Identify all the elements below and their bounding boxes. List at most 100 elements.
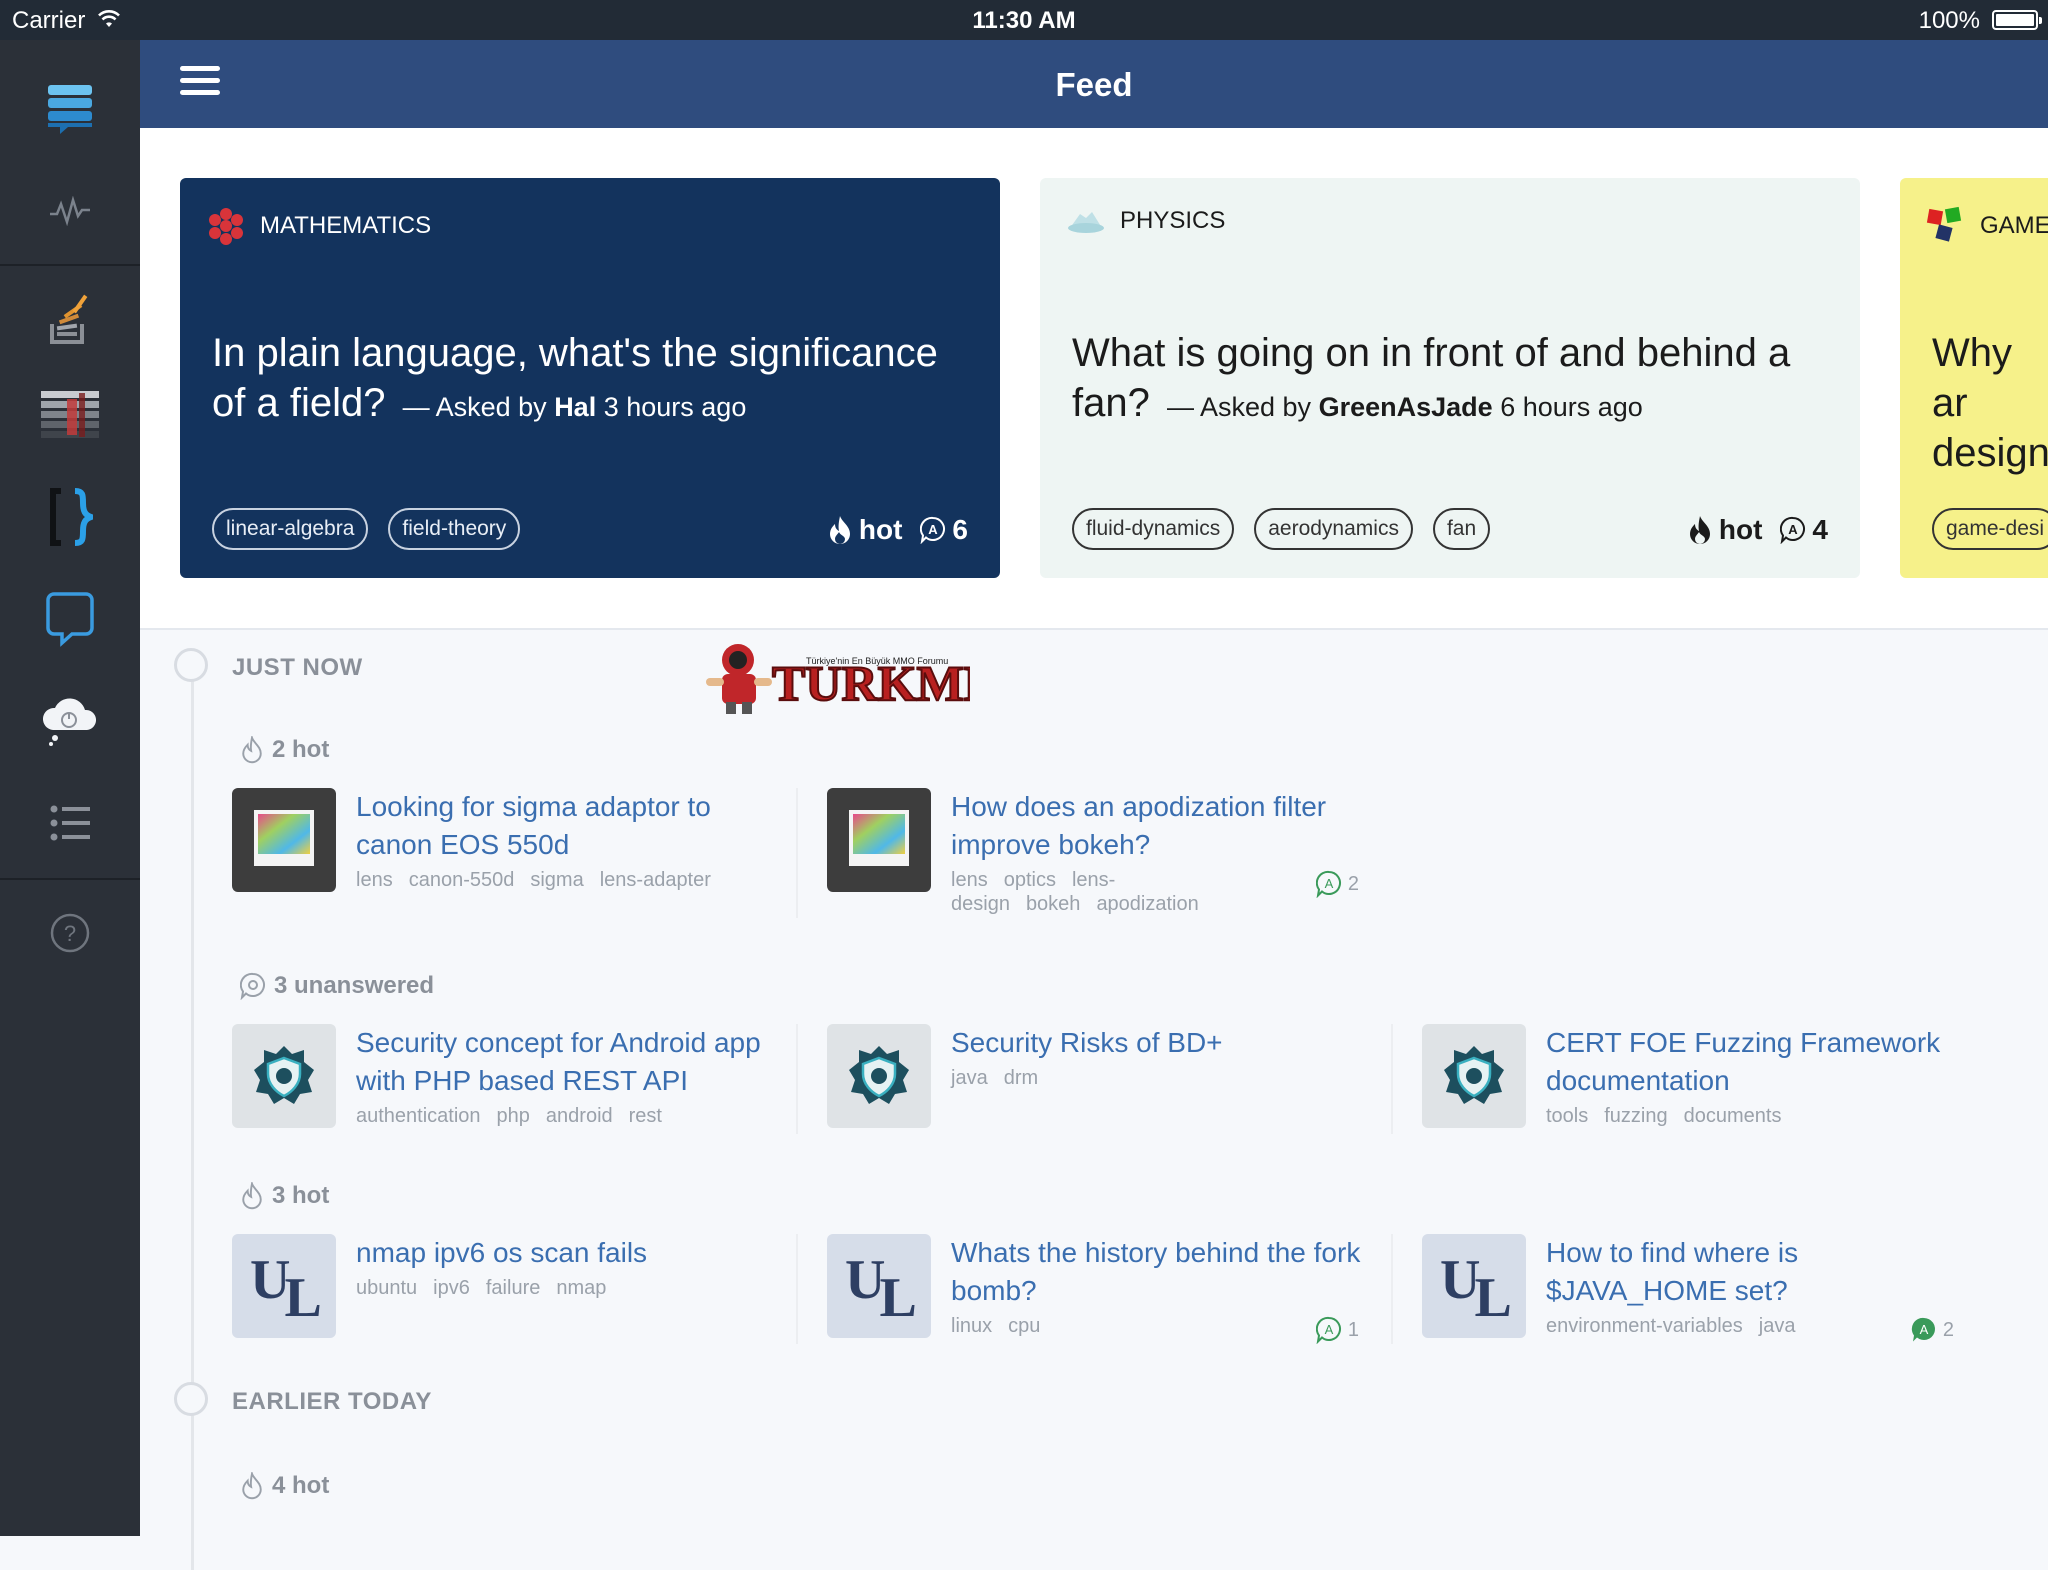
tag[interactable]: optics bbox=[1004, 869, 1056, 891]
flame-icon bbox=[242, 1182, 262, 1210]
question-tags: lens canon-550d sigma lens-adapter bbox=[356, 868, 766, 892]
tag[interactable]: ipv6 bbox=[433, 1277, 470, 1299]
card-tags: fluid-dynamics aerodynamics fan bbox=[1072, 508, 1491, 550]
tag[interactable]: sigma bbox=[530, 869, 583, 891]
site-thumbnail bbox=[1422, 1024, 1526, 1128]
svg-text:A: A bbox=[1920, 1322, 1929, 1337]
question-title[interactable]: Whats the history behind the fork bomb? bbox=[951, 1234, 1361, 1310]
card-user[interactable]: GreenAsJade bbox=[1319, 392, 1493, 422]
featured-card-game[interactable]: GAME Why ar design game-desi bbox=[1900, 178, 2048, 578]
tag[interactable]: linux bbox=[951, 1315, 992, 1337]
tag[interactable]: canon-550d bbox=[409, 869, 515, 891]
card-stats: hot A 4 bbox=[1687, 514, 1828, 546]
tag[interactable]: php bbox=[497, 1105, 530, 1127]
banner-subtext: Türkiye'nin En Büyük MMO Forumu bbox=[806, 656, 948, 666]
tag[interactable]: rest bbox=[629, 1105, 662, 1127]
card-tags: game-desi bbox=[1932, 508, 2048, 550]
tag[interactable]: drm bbox=[1004, 1067, 1038, 1089]
status-bar: Carrier 11:30 AM 100% bbox=[0, 0, 2048, 40]
card-user[interactable]: Hal bbox=[554, 392, 596, 422]
tag[interactable]: nmap bbox=[556, 1277, 606, 1299]
question-list-item[interactable]: UL How to find where is $JAVA_HOME set? … bbox=[1422, 1234, 1982, 1374]
tag[interactable]: linear-algebra bbox=[212, 508, 369, 550]
tag[interactable]: failure bbox=[486, 1277, 540, 1299]
tag[interactable]: java bbox=[1759, 1315, 1796, 1337]
featured-card-physics[interactable]: PHYSICS What is going on in front of and… bbox=[1040, 178, 1860, 578]
card-asked-meta: — Asked by Hal 3 hours ago bbox=[402, 392, 747, 422]
tag[interactable]: lens-adapter bbox=[600, 869, 711, 891]
question-tags: linux cpu bbox=[951, 1314, 1361, 1338]
question-title[interactable]: Looking for sigma adaptor to canon EOS 5… bbox=[356, 788, 766, 864]
tag[interactable]: environment-variables bbox=[1546, 1315, 1743, 1337]
answer-count: 4 bbox=[1812, 514, 1828, 545]
question-list-item[interactable]: Security Risks of BD+ java drm bbox=[827, 1024, 1387, 1164]
question-list-item[interactable]: Security concept for Android app with PH… bbox=[232, 1024, 792, 1164]
question-list-item[interactable]: UL Whats the history behind the fork bom… bbox=[827, 1234, 1387, 1374]
featured-questions-carousel[interactable]: MATHEMATICS In plain language, what's th… bbox=[140, 128, 2048, 630]
sidebar-item-list[interactable] bbox=[0, 778, 140, 868]
timeline-marker bbox=[174, 1382, 208, 1416]
group-label: 2 hot bbox=[240, 736, 329, 764]
answer-count: A 2 bbox=[1911, 1316, 1954, 1344]
tag[interactable]: authentication bbox=[356, 1105, 481, 1127]
answers-icon: A bbox=[1780, 516, 1806, 544]
tag[interactable]: tools bbox=[1546, 1105, 1588, 1127]
sidebar-item-sites[interactable] bbox=[0, 370, 140, 460]
card-question-title[interactable]: Why ar design bbox=[1932, 328, 2048, 478]
tag[interactable]: lens bbox=[951, 869, 988, 891]
feed-timeline: JUST NOW 2 hot Looking for sigma adaptor… bbox=[140, 630, 2048, 1570]
question-list-item[interactable]: UL nmap ipv6 os scan fails ubuntu ipv6 fai… bbox=[232, 1234, 792, 1374]
activity-icon bbox=[50, 196, 90, 226]
question-title[interactable]: CERT FOE Fuzzing Framework documentation bbox=[1546, 1024, 1956, 1100]
tag[interactable]: apodization bbox=[1096, 893, 1198, 915]
physics-logo-icon bbox=[1068, 212, 1104, 233]
clock: 11:30 AM bbox=[972, 7, 1076, 34]
featured-card-mathematics[interactable]: MATHEMATICS In plain language, what's th… bbox=[180, 178, 1000, 578]
sidebar-item-stackoverflow[interactable] bbox=[0, 274, 140, 364]
tag[interactable]: java bbox=[951, 1067, 988, 1089]
group-label: 3 unanswered bbox=[240, 972, 434, 1000]
battery-icon bbox=[1992, 10, 2042, 30]
flame-icon bbox=[1689, 516, 1710, 544]
question-list-item[interactable]: How does an apodization filter improve b… bbox=[827, 788, 1387, 928]
site-thumbnail: UL bbox=[1422, 1234, 1526, 1338]
security-site-icon bbox=[849, 1046, 909, 1104]
answers-icon: A bbox=[1315, 1316, 1341, 1344]
card-asked-meta: — Asked by GreenAsJade 6 hours ago bbox=[1166, 392, 1643, 422]
sidebar-item-code[interactable] bbox=[0, 472, 140, 562]
question-title[interactable]: How to find where is $JAVA_HOME set? bbox=[1546, 1234, 1956, 1310]
question-title[interactable]: nmap ipv6 os scan fails bbox=[356, 1234, 766, 1272]
tag[interactable]: fan bbox=[1432, 508, 1491, 550]
sidebar-item-activity[interactable] bbox=[0, 166, 140, 256]
question-title[interactable]: Security Risks of BD+ bbox=[951, 1024, 1361, 1062]
tag[interactable]: android bbox=[546, 1105, 613, 1127]
tag[interactable]: fluid-dynamics bbox=[1072, 508, 1235, 550]
sidebar-item-chat[interactable] bbox=[0, 574, 140, 664]
question-tags: lens optics lens-design bokeh apodization bbox=[951, 868, 1271, 916]
sidebar-item-feed[interactable] bbox=[0, 64, 140, 154]
tag[interactable]: ubuntu bbox=[356, 1277, 417, 1299]
tag[interactable]: field-theory bbox=[388, 508, 521, 550]
tag[interactable]: aerodynamics bbox=[1254, 508, 1413, 550]
tag[interactable]: documents bbox=[1684, 1105, 1782, 1127]
sidebar-item-help[interactable]: ? bbox=[0, 888, 140, 978]
tag[interactable]: bokeh bbox=[1026, 893, 1081, 915]
site-thumbnail: UL bbox=[232, 1234, 336, 1338]
question-title[interactable]: How does an apodization filter improve b… bbox=[951, 788, 1361, 864]
unix-linux-site-icon: UL bbox=[845, 1249, 917, 1329]
card-question-title[interactable]: In plain language, what's the significan… bbox=[212, 328, 972, 432]
tag[interactable]: cpu bbox=[1008, 1315, 1040, 1337]
tag[interactable]: lens bbox=[356, 869, 393, 891]
card-site: PHYSICS bbox=[1066, 206, 1225, 236]
question-list-item[interactable]: CERT FOE Fuzzing Framework documentation… bbox=[1422, 1024, 1982, 1164]
stackoverflow-icon bbox=[50, 294, 88, 344]
tag[interactable]: game-desi bbox=[1932, 508, 2048, 550]
tag[interactable]: fuzzing bbox=[1604, 1105, 1667, 1127]
code-brackets-icon bbox=[50, 488, 93, 546]
question-list-item[interactable]: Looking for sigma adaptor to canon EOS 5… bbox=[232, 788, 792, 928]
card-question-title[interactable]: What is going on in front of and behind … bbox=[1072, 328, 1832, 432]
site-thumbnail bbox=[827, 788, 931, 892]
sidebar-item-cloud[interactable] bbox=[0, 674, 140, 764]
question-title[interactable]: Security concept for Android app with PH… bbox=[356, 1024, 766, 1100]
navigation-bar: Feed bbox=[140, 40, 2048, 128]
